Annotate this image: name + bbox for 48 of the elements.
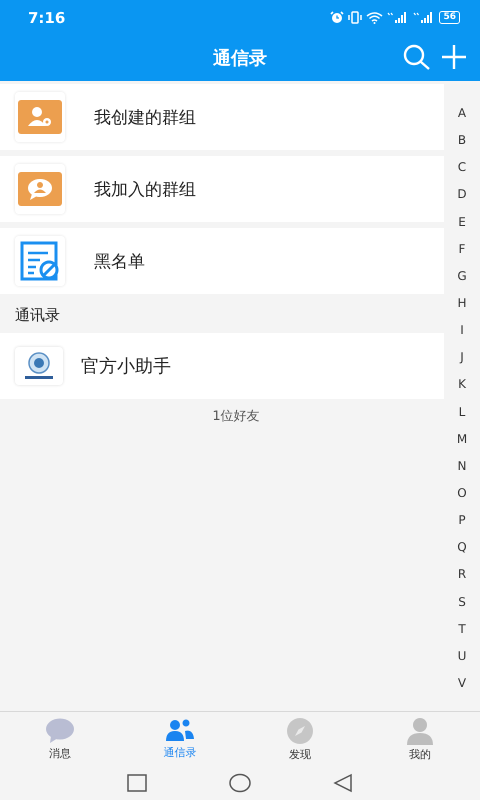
alarm-icon bbox=[330, 11, 344, 24]
tab[interactable]: 我的 bbox=[360, 712, 480, 766]
people-icon bbox=[165, 718, 195, 742]
index-letter[interactable]: E bbox=[458, 212, 466, 240]
vibrate-icon bbox=[348, 11, 362, 24]
group-entry[interactable]: 黑名单 bbox=[0, 228, 444, 294]
section-title: 通讯录 bbox=[14, 305, 61, 326]
chat-person-icon bbox=[18, 172, 62, 206]
index-letter[interactable]: B bbox=[458, 131, 466, 158]
tab[interactable]: 消息 bbox=[0, 712, 120, 766]
back-button[interactable] bbox=[333, 773, 353, 793]
index-letter[interactable]: P bbox=[458, 511, 466, 538]
person-icon bbox=[18, 100, 62, 134]
add-icon[interactable] bbox=[441, 44, 467, 70]
group-entry[interactable]: 我创建的群组 bbox=[0, 84, 444, 150]
contact-entry[interactable]: 官方小助手 bbox=[0, 333, 444, 399]
recents-button[interactable] bbox=[127, 774, 147, 792]
compass-icon bbox=[286, 716, 314, 744]
battery-level: 56 bbox=[439, 11, 460, 24]
index-letter[interactable]: H bbox=[457, 294, 467, 322]
index-letter[interactable]: D bbox=[457, 185, 467, 213]
wifi-icon bbox=[366, 11, 384, 24]
tab[interactable]: 发现 bbox=[240, 712, 360, 766]
page-title: 通信录 bbox=[213, 47, 267, 70]
index-letter[interactable]: G bbox=[457, 266, 467, 294]
index-letter[interactable]: R bbox=[458, 565, 466, 593]
index-letter[interactable]: O bbox=[457, 484, 467, 512]
index-letter[interactable]: F bbox=[458, 240, 466, 267]
group-entry[interactable]: 我加入的群组 bbox=[0, 156, 444, 222]
index-letter[interactable]: A bbox=[458, 104, 466, 132]
index-letter[interactable]: S bbox=[458, 592, 466, 620]
index-letter[interactable]: K bbox=[458, 375, 466, 403]
index-letter[interactable]: N bbox=[458, 456, 466, 484]
person-icon bbox=[406, 716, 434, 744]
index-letter[interactable]: L bbox=[458, 402, 466, 430]
index-letter[interactable]: U bbox=[458, 646, 466, 674]
home-button[interactable] bbox=[229, 773, 251, 793]
index-letter[interactable]: T bbox=[458, 620, 466, 647]
chat-bubble-icon bbox=[45, 718, 75, 744]
index-letter[interactable]: C bbox=[458, 158, 466, 186]
friend-count: 1位好友 bbox=[211, 408, 261, 425]
index-letter[interactable]: I bbox=[460, 321, 464, 348]
index-letter[interactable]: V bbox=[458, 674, 466, 702]
status-time: 7:16 bbox=[28, 8, 66, 26]
search-icon[interactable] bbox=[403, 44, 431, 70]
index-letter[interactable]: Q bbox=[457, 538, 467, 566]
index-letter[interactable]: J bbox=[460, 348, 464, 376]
index-letter[interactable]: M bbox=[456, 430, 468, 457]
